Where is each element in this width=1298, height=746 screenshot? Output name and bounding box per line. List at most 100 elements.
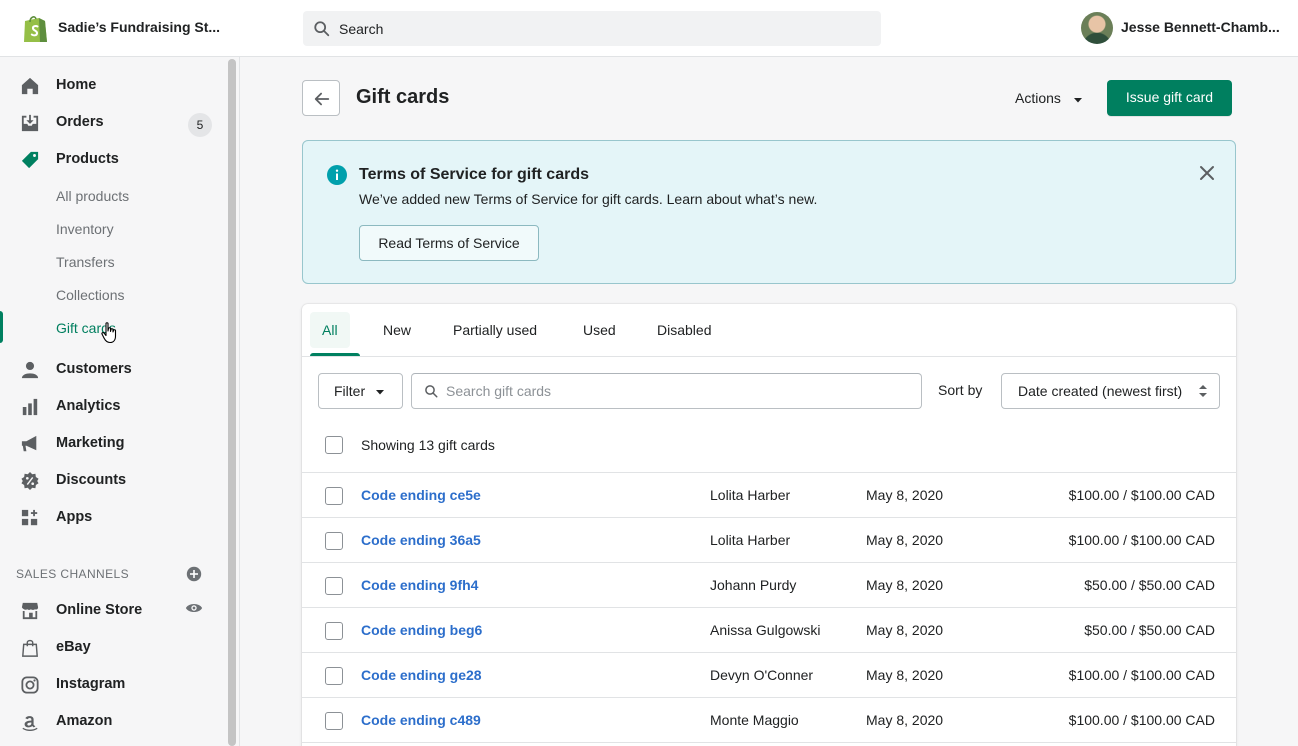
row-checkbox[interactable] xyxy=(325,532,343,550)
sidebar-item-label: Analytics xyxy=(56,398,121,414)
balance: $50.00 / $50.00 CAD xyxy=(1084,577,1215,593)
sidebar-item-home[interactable]: Home xyxy=(0,70,226,102)
gift-card-code-link[interactable]: Code ending c489 xyxy=(361,712,481,728)
hand-pointer-icon xyxy=(101,322,119,347)
view-store-eye-icon[interactable] xyxy=(185,601,203,618)
tab-all[interactable]: All xyxy=(310,312,350,348)
table-row: Code ending ge28 Devyn O'Conner May 8, 2… xyxy=(302,653,1236,698)
tab-partially-used[interactable]: Partially used xyxy=(441,312,549,348)
close-icon[interactable] xyxy=(1199,165,1215,184)
tab-new[interactable]: New xyxy=(371,312,423,348)
customer-name: Lolita Harber xyxy=(710,487,791,503)
issue-gift-card-button[interactable]: Issue gift card xyxy=(1107,80,1232,116)
actions-menu-button[interactable]: Actions xyxy=(1015,90,1082,106)
store-name[interactable]: Sadie’s Fundraising St... xyxy=(58,19,220,35)
sidebar-item-label: Discounts xyxy=(56,472,127,488)
table-row: Code ending 9fh4 Johann Purdy May 8, 202… xyxy=(302,563,1236,608)
gift-card-search-field[interactable] xyxy=(411,373,922,409)
table-row: Code ending c489 Monte Maggio May 8, 202… xyxy=(302,698,1236,743)
global-search-placeholder: Search xyxy=(339,21,384,37)
select-all-checkbox[interactable] xyxy=(325,436,343,454)
row-checkbox[interactable] xyxy=(325,577,343,595)
search-icon xyxy=(313,20,331,41)
sidebar-item-products[interactable]: Products xyxy=(0,144,226,176)
date-created: May 8, 2020 xyxy=(866,622,944,638)
balance: $100.00 / $100.00 CAD xyxy=(1068,712,1215,728)
table-row: Code ending 36a5 Lolita Harber May 8, 20… xyxy=(302,518,1236,563)
row-checkbox[interactable] xyxy=(325,667,343,685)
gift-card-code-link[interactable]: Code ending 9fh4 xyxy=(361,577,478,593)
page-title: Gift cards xyxy=(356,86,450,108)
sidebar-item-orders[interactable]: Orders 5 xyxy=(0,107,226,139)
user-avatar[interactable] xyxy=(1081,12,1113,44)
sidebar-subitem-inventory[interactable]: Inventory xyxy=(56,221,114,237)
tab-used[interactable]: Used xyxy=(571,312,628,348)
sidebar-item-label: Online Store xyxy=(56,602,143,618)
sidebar-item-marketing[interactable]: Marketing xyxy=(0,428,226,460)
back-button[interactable] xyxy=(302,80,340,116)
sidebar-item-ebay[interactable]: eBay xyxy=(0,632,226,664)
table-row: Code ending beg6 Anissa Gulgowski May 8,… xyxy=(302,608,1236,653)
bar-chart-icon xyxy=(21,398,39,416)
sidebar-subitem-transfers[interactable]: Transfers xyxy=(56,254,115,270)
sidebar-scrollbar[interactable] xyxy=(228,59,236,746)
sales-channels-heading: SALES CHANNELS xyxy=(16,567,129,581)
amazon-icon xyxy=(21,713,39,731)
sort-value: Date created (newest first) xyxy=(1018,383,1183,399)
home-icon xyxy=(21,77,39,95)
sidebar-item-customers[interactable]: Customers xyxy=(0,354,226,386)
filter-label: Filter xyxy=(334,383,366,399)
sidebar-item-label: Products xyxy=(56,151,119,167)
bag-icon xyxy=(21,639,39,657)
sort-label: Sort by xyxy=(938,382,983,398)
gift-card-code-link[interactable]: Code ending ce5e xyxy=(361,487,481,503)
date-created: May 8, 2020 xyxy=(866,712,944,728)
global-search-input[interactable]: Search xyxy=(303,11,881,46)
gift-card-code-link[interactable]: Code ending 36a5 xyxy=(361,532,481,548)
sidebar-item-label: eBay xyxy=(56,639,91,655)
sidebar-item-instagram[interactable]: Instagram xyxy=(0,669,226,701)
balance: $100.00 / $100.00 CAD xyxy=(1068,487,1215,503)
tab-active-underline xyxy=(310,353,360,356)
gift-cards-card: All New Partially used Used Disabled Fil… xyxy=(302,304,1236,746)
tag-icon xyxy=(21,151,39,169)
sidebar-item-analytics[interactable]: Analytics xyxy=(0,391,226,423)
sidebar-subitem-all-products[interactable]: All products xyxy=(56,188,129,204)
date-created: May 8, 2020 xyxy=(866,487,944,503)
customer-name: Monte Maggio xyxy=(710,712,799,728)
sidebar-item-discounts[interactable]: Discounts xyxy=(0,465,226,497)
apps-icon xyxy=(21,509,39,527)
user-name[interactable]: Jesse Bennett-Chamb... xyxy=(1121,19,1280,35)
row-checkbox[interactable] xyxy=(325,622,343,640)
date-created: May 8, 2020 xyxy=(866,667,944,683)
customer-name: Lolita Harber xyxy=(710,532,791,548)
tab-disabled[interactable]: Disabled xyxy=(645,312,723,348)
customer-name: Anissa Gulgowski xyxy=(710,622,821,638)
add-channel-icon[interactable] xyxy=(186,566,202,585)
gift-card-code-link[interactable]: Code ending ge28 xyxy=(361,667,482,683)
sidebar-item-amazon[interactable]: Amazon xyxy=(0,706,226,738)
row-checkbox[interactable] xyxy=(325,487,343,505)
sidebar-item-apps[interactable]: Apps xyxy=(0,502,226,534)
top-bar: Sadie’s Fundraising St... Search Jesse B… xyxy=(0,0,1298,57)
showing-count: Showing 13 gift cards xyxy=(361,437,495,453)
row-checkbox[interactable] xyxy=(325,712,343,730)
customer-name: Devyn O'Conner xyxy=(710,667,814,683)
orders-count-badge: 5 xyxy=(188,113,212,137)
actions-label: Actions xyxy=(1015,90,1061,106)
gift-card-code-link[interactable]: Code ending beg6 xyxy=(361,622,482,638)
shopify-logo-icon[interactable] xyxy=(22,14,48,44)
sidebar-item-label: Home xyxy=(56,77,97,93)
banner-text: We’ve added new Terms of Service for gif… xyxy=(359,191,818,207)
instagram-icon xyxy=(21,676,39,694)
read-terms-button[interactable]: Read Terms of Service xyxy=(359,225,539,261)
table-row: Code ending ce5e Lolita Harber May 8, 20… xyxy=(302,473,1236,518)
gift-card-search-input[interactable] xyxy=(446,381,906,401)
sidebar-subitem-collections[interactable]: Collections xyxy=(56,287,124,303)
sidebar-item-label: Orders xyxy=(56,114,104,130)
sort-select[interactable]: Date created (newest first) xyxy=(1001,373,1220,409)
sidebar-item-label: Instagram xyxy=(56,676,126,692)
filter-button[interactable]: Filter xyxy=(318,373,403,409)
sidebar-item-label: Customers xyxy=(56,361,132,377)
store-icon xyxy=(21,602,39,620)
